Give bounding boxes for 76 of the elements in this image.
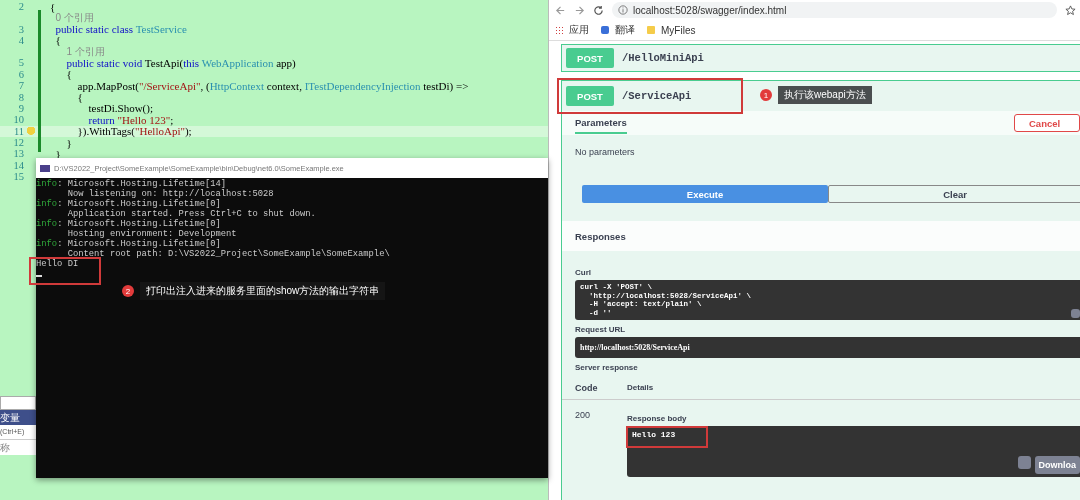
field-label: Server response — [574, 362, 639, 374]
empty-message: No parameters — [574, 146, 636, 157]
line-number: 9 — [17, 102, 24, 114]
forward-icon[interactable] — [574, 4, 585, 16]
panel-header: 变量 — [0, 410, 36, 425]
url-text[interactable]: localhost:5028/swagger/index.html — [633, 4, 787, 16]
copy-icon[interactable] — [1071, 309, 1080, 318]
line-number: 8 — [17, 91, 24, 103]
response-body: Hello 123 Downloa — [627, 426, 1080, 477]
download-button[interactable]: Downloa — [1034, 456, 1080, 474]
annotation-text: 打印出注入进来的服务里面的show方法的输出字符串 — [140, 282, 386, 300]
code-line: { — [54, 34, 61, 47]
line-number: 12 — [12, 137, 24, 149]
star-icon[interactable] — [1065, 4, 1076, 16]
code-line: } — [65, 136, 72, 149]
bookmark[interactable]: 应用 — [555, 23, 589, 37]
console-line: info: Microsoft.Hosting.Lifetime[0] — [36, 219, 222, 229]
console-line: Hello DI — [36, 259, 80, 269]
endpoint-path: /ServiceApi — [622, 90, 692, 102]
clear-button[interactable]: Clear — [828, 185, 1080, 203]
line-number: 10 — [12, 114, 24, 126]
info-icon[interactable] — [618, 5, 628, 15]
column-header: Code — [575, 383, 599, 393]
console-line: Now listening on: http://localhost:5028 — [66, 189, 275, 199]
cancel-button[interactable]: Cancel — [1014, 114, 1080, 132]
back-icon[interactable] — [555, 4, 566, 16]
dropdown[interactable] — [0, 396, 36, 410]
bookmark[interactable]: 翻译 — [601, 23, 635, 37]
console-line: info: Microsoft.Hosting.Lifetime[0] — [36, 239, 222, 249]
request-url: http://localhost:5028/ServiceApi — [575, 337, 1080, 358]
field-label: Request URL — [574, 324, 627, 336]
line-number: 6 — [17, 68, 24, 80]
code-line: { — [49, 0, 56, 13]
step-badge: 2 — [122, 285, 134, 297]
code-line: public static class TestService — [54, 23, 187, 36]
line-number: 5 — [17, 57, 24, 69]
field-label: Curl — [574, 267, 592, 279]
code-line: testDi.Show(); — [87, 102, 153, 115]
parameters-tab[interactable]: Parameters — [575, 112, 627, 134]
status-code: 200 — [575, 410, 592, 422]
console-line: Hosting environment: Development — [66, 229, 238, 239]
code-line: }).WithTags("HelloApi"); — [76, 125, 192, 138]
bookmark[interactable]: MyFiles — [647, 24, 696, 36]
code-line: { — [76, 91, 83, 104]
address-bar[interactable]: localhost:5028/swagger/index.html — [612, 2, 1057, 18]
line-number: 13 — [12, 148, 24, 160]
console-line: Application started. Press Ctrl+C to shut down. — [66, 209, 317, 219]
line-number: 11 — [12, 125, 24, 137]
line-number: 7 — [17, 80, 24, 92]
text-cursor — [36, 275, 42, 277]
reload-icon[interactable] — [593, 4, 604, 16]
method-badge: POST — [566, 48, 614, 68]
console-line: info: Microsoft.Hosting.Lifetime[14] — [36, 179, 228, 189]
line-number: 14 — [12, 159, 24, 171]
column-header: Details — [627, 383, 654, 393]
line-number: 3 — [17, 23, 24, 35]
console-line: info: Microsoft.Hosting.Lifetime[0] — [36, 199, 222, 209]
line-number: 15 — [12, 171, 24, 183]
column-header: 称 — [0, 441, 11, 455]
endpoint-row[interactable]: POST /HelloMiniApi — [561, 44, 1080, 72]
line-number: 4 — [17, 34, 24, 46]
console-icon — [40, 164, 50, 172]
highlight-frame — [29, 257, 101, 285]
line-number: 2 — [17, 1, 24, 13]
field-label: Response body — [627, 413, 688, 425]
console-line: Content root path: D:\VS2022_Project\SomeExample\SomeExample\ — [66, 249, 391, 259]
section-heading: Responses — [575, 230, 626, 242]
code-line: public static void TestApi(this WebApplication app) — [65, 56, 296, 69]
code-line: { — [65, 68, 72, 81]
endpoint-path: /HelloMiniApi — [622, 52, 704, 64]
copy-icon[interactable] — [1017, 456, 1031, 469]
annotation-text: 执行该webapi方法 — [778, 86, 872, 104]
step-badge: 1 — [760, 89, 772, 101]
code-line: app.MapPost("/ServiceApi", (HttpContext context, ITestDependencyInjection testDi) => — [76, 79, 469, 92]
code-line: return "Hello 123"; — [87, 113, 174, 126]
method-badge: POST — [566, 86, 614, 106]
